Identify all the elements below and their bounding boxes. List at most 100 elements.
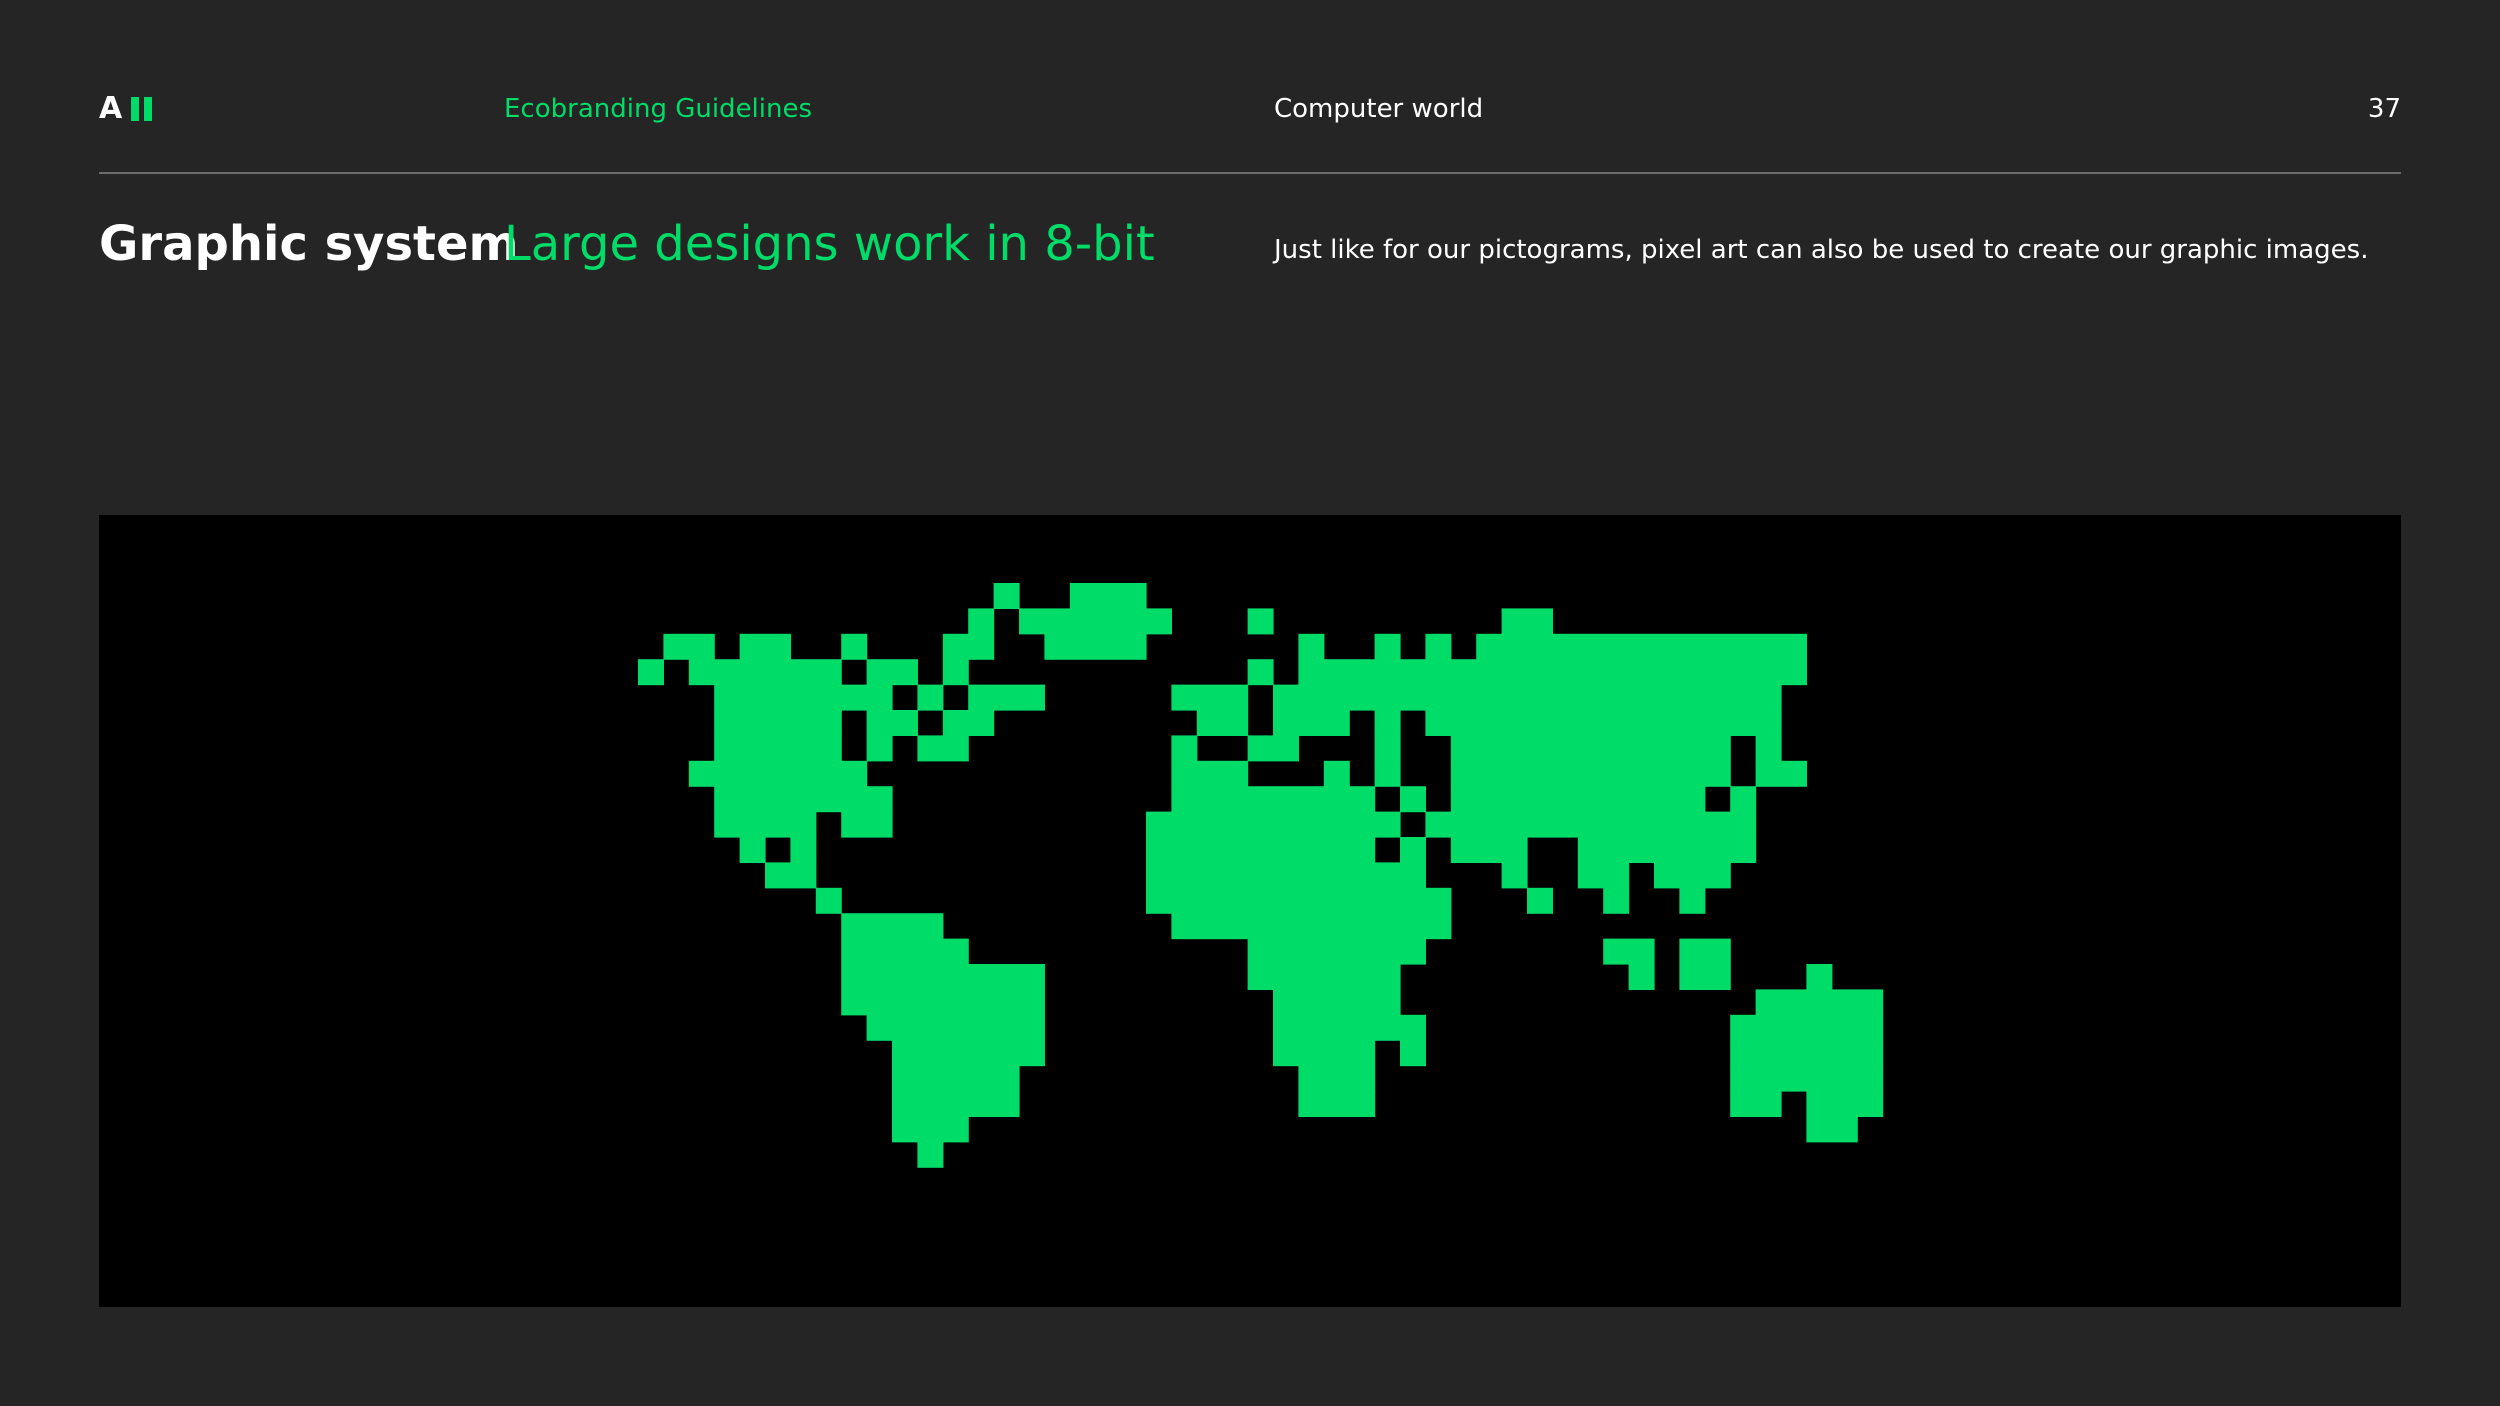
header-section-name: Ecobranding Guidelines — [504, 94, 813, 124]
map-pixel — [993, 583, 1020, 609]
map-pixel — [841, 811, 893, 838]
map-pixel — [1476, 633, 1807, 660]
map-pixel — [714, 786, 893, 813]
map-pixel — [1247, 659, 1274, 686]
map-pixel — [815, 887, 842, 914]
page-number: 37 — [2367, 94, 2401, 124]
map-pixel — [1527, 887, 1553, 914]
map-pixel — [1247, 608, 1274, 635]
map-pixel — [1146, 837, 1376, 863]
section-subtitle: Large designs work in 8-bit — [504, 216, 1155, 272]
map-pixel — [1273, 684, 1782, 711]
map-pixel — [1069, 583, 1147, 609]
section-title: Graphic system — [99, 216, 519, 272]
map-pixel — [714, 735, 842, 762]
map-pixel — [1450, 786, 1706, 813]
logo-letter: A — [99, 91, 123, 126]
map-pixel — [1146, 862, 1426, 889]
map-pixel — [1755, 735, 1782, 762]
map-pixel — [942, 659, 969, 686]
map-pixel — [1247, 735, 1299, 762]
map-pixel — [1171, 735, 1198, 762]
map-pixel — [892, 1040, 1045, 1067]
map-pixel — [1425, 710, 1782, 736]
map-pixel — [1171, 760, 1249, 787]
map-pixel — [1374, 760, 1401, 787]
map-pixel — [892, 1065, 1020, 1092]
map-pixel — [688, 760, 868, 787]
section-description: Just like for our pictograms, pixel art … — [1274, 235, 2369, 265]
map-pixel — [1323, 760, 1350, 787]
map-pixel — [1679, 964, 1731, 990]
map-pixel — [1374, 735, 1401, 762]
header-chapter-name: Computer world — [1274, 94, 1484, 124]
map-pixel — [1730, 1065, 1884, 1092]
map-pixel — [841, 633, 868, 660]
map-pixel — [1374, 633, 1401, 660]
map-pixel — [1146, 887, 1452, 914]
map-pixel — [1730, 1040, 1884, 1067]
map-pixel — [942, 710, 995, 736]
map-pixel — [1247, 964, 1401, 990]
map-pixel — [866, 1014, 1045, 1041]
map-pixel — [1019, 608, 1172, 635]
map-pixel — [714, 710, 842, 736]
map-pixel — [714, 811, 817, 838]
map-pixel — [1374, 659, 1807, 686]
map-pixel — [892, 1116, 969, 1143]
map-pixel — [1501, 608, 1553, 635]
map-pixel — [892, 1091, 1020, 1117]
map-pixel — [739, 837, 766, 863]
map-pixel — [1806, 1116, 1858, 1143]
map-pixel — [1171, 684, 1249, 711]
map-pixel — [1171, 913, 1452, 940]
map-pixel — [714, 684, 893, 711]
map-pixel — [968, 608, 995, 635]
map-pixel — [1196, 710, 1249, 736]
map-pixel — [739, 633, 791, 660]
map-pixel — [1679, 938, 1731, 965]
map-pixel — [1679, 887, 1706, 914]
map-pixel — [1425, 633, 1452, 660]
map-pixel — [1806, 964, 1833, 990]
map-pixel — [1171, 786, 1376, 813]
map-pixel — [917, 684, 944, 711]
map-pixel — [790, 837, 817, 863]
map-pixel — [866, 735, 893, 762]
map-pixel — [866, 659, 918, 686]
map-pixel — [1400, 1014, 1426, 1041]
map-pixel — [917, 735, 969, 762]
map-pixel — [1273, 1014, 1401, 1041]
map-pixel — [841, 989, 1045, 1016]
map-pixel — [1273, 1040, 1376, 1067]
map-pixel — [1425, 811, 1757, 838]
map-pixel — [1400, 786, 1426, 813]
logo-bars-icon — [131, 97, 157, 121]
map-pixel — [1501, 862, 1528, 889]
map-pixel — [1298, 633, 1325, 660]
map-pixel — [1298, 1065, 1376, 1092]
map-pixel — [1298, 1091, 1376, 1117]
map-pixel — [1603, 887, 1630, 914]
map-pixel — [1577, 837, 1757, 863]
pixel-world-map-icon — [638, 583, 1884, 1168]
map-pixel — [1755, 760, 1807, 787]
map-pixel — [841, 964, 1045, 990]
map-pixel — [1730, 1014, 1884, 1041]
map-pixel — [1400, 1040, 1426, 1067]
map-pixel — [1831, 989, 1884, 1016]
map-pixel — [1273, 710, 1350, 736]
map-pixel — [1374, 710, 1401, 736]
map-pixel — [841, 938, 969, 965]
map-pixel — [841, 913, 944, 940]
map-pixel — [1577, 862, 1630, 889]
map-pixel — [968, 684, 1045, 711]
map-pixel — [1400, 837, 1426, 863]
map-pixel — [765, 862, 817, 889]
map-pixel — [1273, 989, 1401, 1016]
map-pixel — [638, 659, 664, 686]
map-pixel — [1730, 786, 1757, 813]
map-pixel — [1146, 811, 1401, 838]
map-pixel — [866, 710, 918, 736]
map-pixel — [1603, 938, 1655, 965]
